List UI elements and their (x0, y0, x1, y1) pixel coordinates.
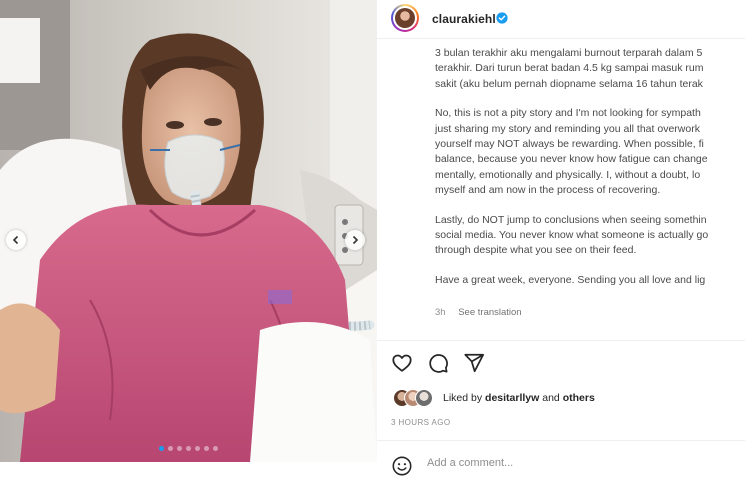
caption-line: 3 bulan terakhir aku mengalami burnout t… (435, 47, 703, 59)
caption-line: through despite what you see on their fe… (435, 244, 637, 257)
avatar-border (393, 6, 417, 30)
liked-by-prefix: Liked by (443, 392, 483, 404)
posted-timestamp: 3 HOURS AGO (391, 418, 451, 427)
avatar-image (395, 8, 415, 28)
caption-line: myself and am now in the process of reco… (435, 184, 661, 197)
caption-line: social media. You never know what someon… (435, 229, 709, 242)
liked-by-user-link[interactable]: desitarllyw (485, 392, 539, 404)
caption-line: terakhir. Dari turun berat badan 4.5 kg … (435, 62, 704, 75)
photo-bottom-gap (0, 462, 377, 489)
carousel-dot (204, 446, 209, 451)
liked-by-and: and (542, 392, 560, 404)
divider (377, 440, 745, 441)
caption-line: balance, because you never know how fati… (435, 153, 708, 166)
action-bar (391, 352, 485, 376)
caption-paragraph-1: 3 bulan terakhir aku mengalami burnout t… (435, 46, 745, 92)
caption-line: Lastly, do NOT jump to conclusions when … (435, 213, 707, 226)
verified-badge-icon (496, 12, 508, 24)
post-header: claurakiehl (377, 0, 745, 39)
carousel-dot (168, 446, 173, 451)
carousel-dot (186, 446, 191, 451)
chevron-right-icon (352, 235, 359, 245)
carousel-dot (177, 446, 182, 451)
carousel-prev-button[interactable] (6, 230, 26, 250)
carousel-dot (159, 446, 164, 451)
patient-photo-illustration (0, 0, 377, 462)
post-side-panel: claurakiehl 3 bulan terakhir aku mengala… (377, 0, 745, 489)
carousel-dot (213, 446, 218, 451)
caption-line: sakit (aku belum pernah diopname selama … (435, 77, 703, 90)
carousel-dots (0, 446, 377, 451)
caption-time: 3h (435, 307, 446, 318)
divider (377, 340, 745, 341)
caption-line: yourself may NOT always be rewarding. Wh… (435, 138, 704, 151)
liked-by-text: Liked by desitarllyw and others (443, 392, 595, 404)
carousel-next-button[interactable] (345, 230, 365, 250)
caption-paragraph-2: No, this is not a pity story and I'm not… (435, 106, 745, 198)
carousel-dot (195, 446, 200, 451)
emoji-icon[interactable] (391, 455, 413, 477)
caption-line: No, this is not a pity story and I'm not… (435, 107, 701, 120)
heart-icon[interactable] (391, 352, 413, 374)
caption-line: Have a great week, everyone. Sending you… (435, 273, 706, 286)
avatar[interactable] (391, 4, 419, 32)
post-caption: 3 bulan terakhir aku mengalami burnout t… (435, 46, 745, 302)
comment-composer (391, 454, 741, 478)
post-photo[interactable] (0, 0, 377, 462)
caption-paragraph-4: Have a great week, everyone. Sending you… (435, 273, 745, 288)
comment-icon[interactable] (427, 352, 449, 374)
liker-avatar[interactable] (415, 389, 433, 407)
caption-line: mentally, emotionally and physically. I,… (435, 168, 701, 181)
caption-line: just sharing my story and reminding you … (435, 122, 700, 135)
caption-meta: 3h See translation (435, 307, 522, 318)
share-icon[interactable] (463, 352, 485, 374)
chevron-left-icon (12, 235, 19, 245)
caption-paragraph-3: Lastly, do NOT jump to conclusions when … (435, 213, 745, 259)
liked-by-others-link[interactable]: others (563, 392, 595, 404)
username-link[interactable]: claurakiehl (432, 12, 496, 26)
comment-input[interactable] (427, 457, 727, 469)
see-translation-link[interactable]: See translation (458, 307, 521, 318)
